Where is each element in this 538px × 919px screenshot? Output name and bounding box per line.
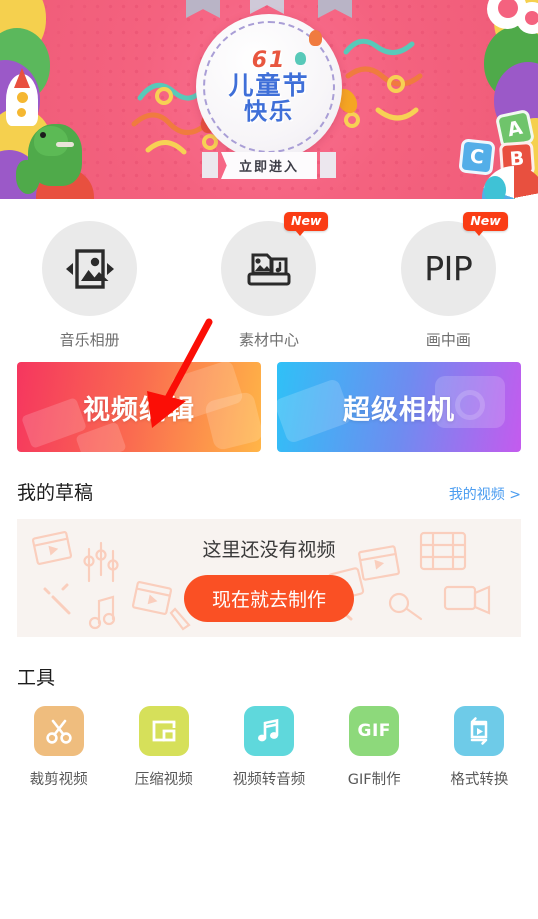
- quick-icon-label: 素材中心: [238, 331, 299, 349]
- tools-row: 裁剪视频 压缩视频 视频转音频 GIF GIF制作 格式转换: [0, 690, 538, 789]
- photo-frame-icon: [65, 248, 114, 289]
- tools-title: 工具: [17, 667, 56, 689]
- compress-frame-icon: [138, 706, 189, 756]
- quick-icon-pip[interactable]: PIP New 画中画: [359, 212, 538, 350]
- tool-label: 视频转音频: [232, 772, 306, 788]
- music-notes-icon: [244, 706, 294, 756]
- quick-icon-label: 画中画: [425, 331, 471, 349]
- convert-loop-icon: [454, 706, 505, 756]
- new-badge: New: [463, 212, 508, 237]
- tool-trim-video[interactable]: 裁剪视频: [6, 706, 111, 789]
- video-edit-button[interactable]: 视频编辑: [17, 362, 261, 452]
- tool-video-to-audio[interactable]: 视频转音频: [216, 706, 321, 789]
- drafts-section-header: 我的草稿 我的视频 >: [0, 452, 538, 505]
- draft-decor-icons-right: [327, 531, 491, 621]
- video-edit-label: 视频编辑: [83, 394, 195, 426]
- camera-lens-watermark-icon: [455, 390, 485, 420]
- tool-label: 压缩视频: [134, 772, 193, 788]
- watermark-shape: [277, 377, 353, 445]
- tools-section-header: 工具: [0, 637, 538, 690]
- drafts-empty-card: 这里还没有视频 现在就去制作: [17, 519, 521, 637]
- super-camera-button[interactable]: 超级相机: [277, 362, 521, 452]
- quick-icon-material-center[interactable]: New 素材中心: [179, 212, 358, 350]
- material-stand-icon: [247, 253, 291, 285]
- primary-action-row: 视频编辑 超级相机: [0, 356, 538, 452]
- material-center-circle[interactable]: New: [221, 212, 329, 316]
- banner-cta-ribbon[interactable]: 立即进入: [0, 0, 538, 199]
- banner-cta-label[interactable]: 立即进入: [220, 152, 318, 179]
- create-now-button[interactable]: 现在就去制作: [183, 574, 354, 622]
- drafts-title: 我的草稿: [17, 482, 94, 504]
- super-camera-label: 超级相机: [343, 394, 455, 426]
- tool-format-convert[interactable]: 格式转换: [427, 706, 532, 789]
- quick-icon-music-album[interactable]: 音乐相册: [0, 221, 179, 350]
- tool-compress-video[interactable]: 压缩视频: [111, 706, 216, 789]
- gif-glyph: GIF: [357, 721, 391, 741]
- tool-gif-maker[interactable]: GIF GIF制作: [322, 706, 427, 789]
- drafts-empty-text: 这里还没有视频: [202, 538, 336, 561]
- scissors-icon: [33, 706, 84, 756]
- tool-label: GIF制作: [347, 772, 401, 788]
- my-videos-link[interactable]: 我的视频 >: [449, 484, 521, 504]
- pip-circle[interactable]: PIP New: [400, 212, 508, 316]
- pip-text-icon: PIP: [424, 249, 473, 288]
- tool-label: 格式转换: [450, 772, 509, 788]
- gif-text-icon: GIF: [349, 706, 400, 756]
- new-badge: New: [283, 212, 329, 237]
- music-album-circle[interactable]: [42, 221, 138, 316]
- festival-banner[interactable]: A C B 61 儿童节 快乐 立即进入: [0, 0, 538, 199]
- watermark-shape: [203, 390, 261, 452]
- tool-label: 裁剪视频: [29, 772, 88, 788]
- quick-icon-row: 音乐相册 New 素材中心 PIP New 画中画: [0, 199, 538, 356]
- quick-icon-label: 音乐相册: [59, 331, 120, 349]
